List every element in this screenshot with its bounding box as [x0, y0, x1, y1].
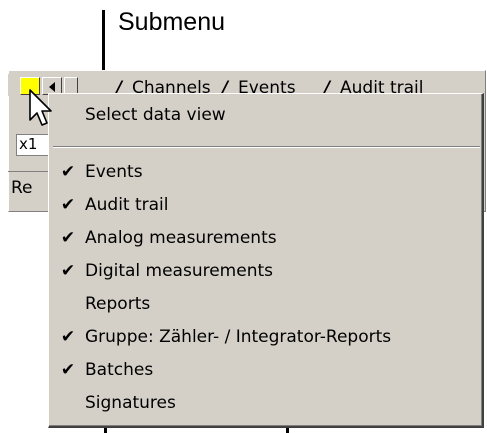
- menu-separator: [53, 146, 480, 148]
- menu-item-label: Audit trail: [85, 195, 169, 215]
- checkmark-icon: ✔: [60, 162, 76, 182]
- checkmark-icon: ✔: [60, 360, 76, 380]
- menu-item-batches[interactable]: ✔ Batches: [49, 354, 479, 387]
- menu-item-integrator-reports[interactable]: ✔ Gruppe: Zähler- / Integrator-Reports: [49, 321, 479, 354]
- menu-item-label: Batches: [85, 360, 154, 380]
- menu-item-label: Analog measurements: [85, 228, 277, 248]
- checkmark-icon: ✔: [60, 327, 76, 347]
- menu-item-label: Reports: [85, 294, 151, 314]
- callout-line-bottom-left: [104, 428, 107, 433]
- menu-item-reports[interactable]: Reports: [49, 288, 479, 321]
- menu-item-audit-trail[interactable]: ✔ Audit trail: [49, 189, 479, 222]
- menu-item-label: Signatures: [85, 393, 176, 413]
- menu-item-label: Select data view: [85, 105, 226, 125]
- menu-item-signatures[interactable]: Signatures: [49, 387, 479, 420]
- data-view-submenu: Select data view ✔ Events ✔ Audit trail …: [48, 93, 484, 428]
- checkmark-icon: ✔: [60, 228, 76, 248]
- arrow-cursor-icon: [29, 89, 52, 126]
- callout-label-submenu: Submenu: [118, 8, 226, 36]
- menu-item-digital-measurements[interactable]: ✔ Digital measurements: [49, 255, 479, 288]
- checkmark-icon: ✔: [60, 195, 76, 215]
- menu-item-events[interactable]: ✔ Events: [49, 156, 479, 189]
- menu-item-select-data-view[interactable]: Select data view: [49, 99, 479, 132]
- checkmark-icon: ✔: [60, 261, 76, 281]
- background-row-label: Re: [11, 178, 33, 198]
- background-field[interactable]: x1: [16, 134, 52, 156]
- divider: [8, 171, 52, 172]
- menu-item-label: Digital measurements: [85, 261, 273, 281]
- menu-item-label: Events: [85, 162, 143, 182]
- menu-item-label: Gruppe: Zähler- / Integrator-Reports: [85, 327, 392, 347]
- menu-item-analog-measurements[interactable]: ✔ Analog measurements: [49, 222, 479, 255]
